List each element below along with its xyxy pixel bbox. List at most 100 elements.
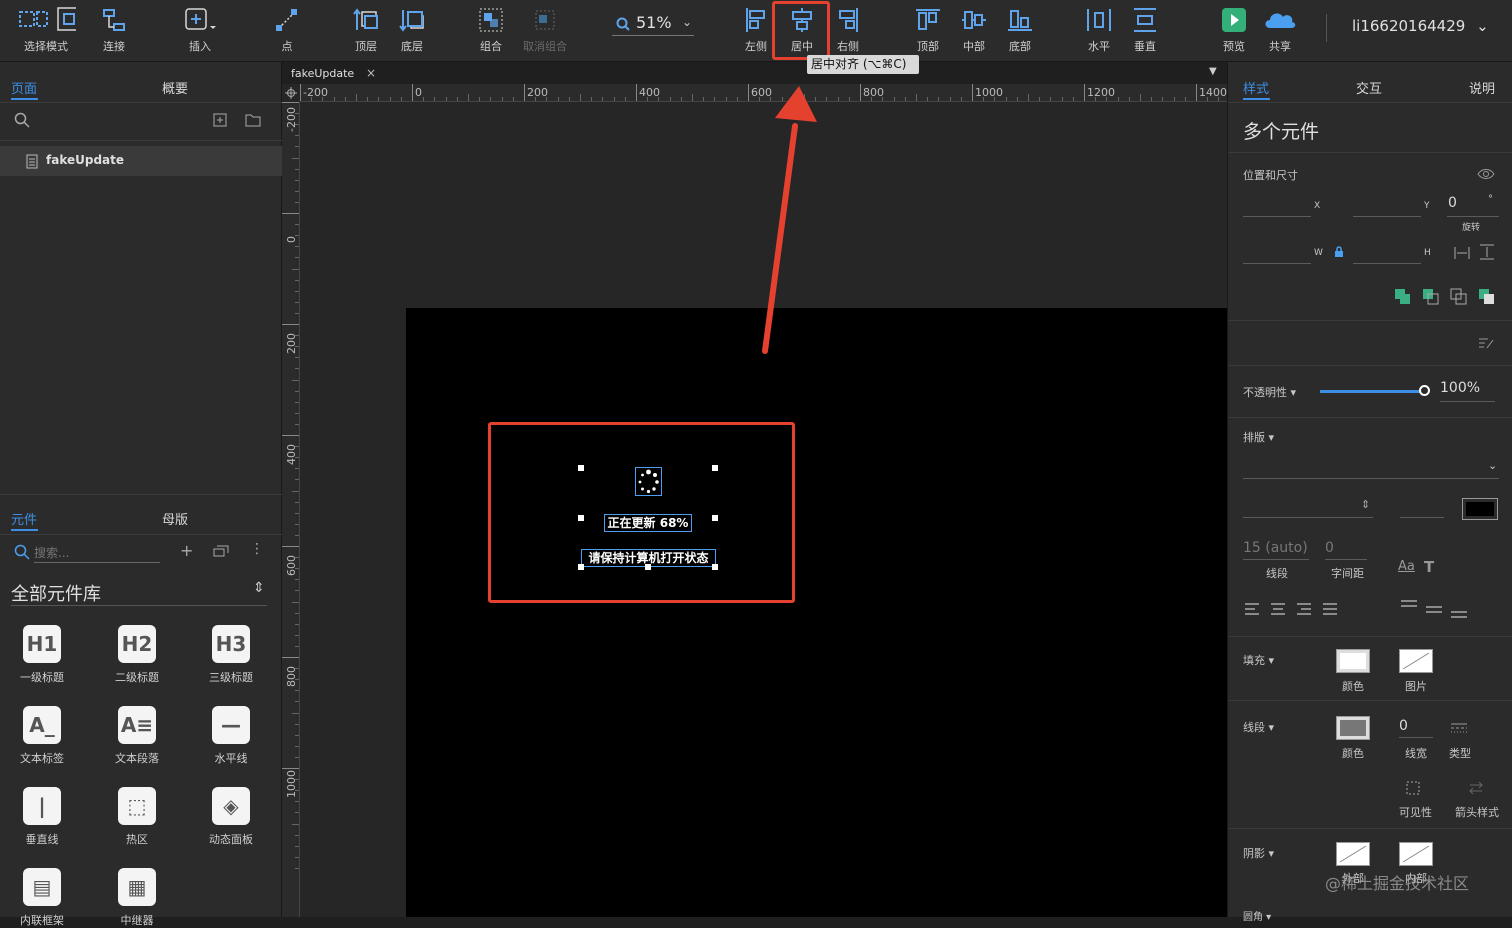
ruler-label: -200: [303, 86, 328, 99]
outer-shadow-swatch[interactable]: [1336, 842, 1370, 866]
font-color-swatch[interactable]: [1462, 498, 1498, 520]
ruler-tick: [282, 768, 299, 769]
tab-masters[interactable]: 母版: [162, 509, 188, 528]
ruler-minor-tick: [445, 97, 447, 101]
opacity-field[interactable]: 100%: [1440, 380, 1495, 402]
resize-handle[interactable]: [578, 564, 584, 570]
inner-shadow-swatch[interactable]: [1399, 842, 1433, 866]
fit-height-icon[interactable]: [1479, 244, 1495, 260]
widget-horizontal-line[interactable]: — 水平线: [201, 706, 261, 766]
widget-label: 文本标签: [20, 752, 64, 765]
ruler-label: 0: [415, 86, 422, 99]
opacity-label: 不透明性 ▾: [1243, 386, 1297, 399]
ruler-minor-tick: [613, 97, 615, 101]
resize-handle[interactable]: [712, 564, 718, 570]
library-icon[interactable]: [213, 545, 229, 557]
stroke-color-swatch[interactable]: [1336, 716, 1370, 740]
add-library-icon[interactable]: +: [180, 541, 193, 560]
widget-h1[interactable]: H1 一级标题: [12, 625, 72, 685]
widget-text-paragraph[interactable]: A≡ 文本段落: [107, 706, 167, 766]
resize-handle[interactable]: [645, 564, 651, 570]
widget-text-label[interactable]: A_ 文本标签: [12, 706, 72, 766]
tab-widgets[interactable]: 元件: [11, 509, 37, 528]
artboard[interactable]: [406, 308, 1227, 917]
ruler-minor-tick: [916, 94, 917, 101]
zoom-select[interactable]: 51% ⌄: [612, 12, 694, 36]
send-to-back-button[interactable]: 底层: [382, 4, 442, 56]
stroke-type-icon[interactable]: [1450, 722, 1468, 734]
lock-icon[interactable]: [1334, 246, 1344, 257]
widget-repeater[interactable]: ▦ 中继器: [107, 868, 167, 928]
tab-pages[interactable]: 页面: [11, 78, 37, 97]
line-spacing-field[interactable]: 15 (auto): [1243, 540, 1309, 560]
vertical-align-icons[interactable]: [1400, 598, 1472, 618]
distribute-vertical-label: 垂直: [1134, 40, 1156, 53]
account-menu[interactable]: li16620164429 ⌄: [1352, 17, 1489, 35]
opacity-slider[interactable]: [1320, 390, 1424, 393]
resize-handle[interactable]: [578, 465, 584, 471]
add-folder-icon[interactable]: [245, 113, 261, 127]
document-tab[interactable]: fakeUpdate ×: [282, 64, 382, 84]
height-field[interactable]: [1353, 242, 1421, 264]
search-icon[interactable]: [14, 112, 30, 128]
widget-h3[interactable]: H3 三级标题: [201, 625, 261, 685]
insert-button[interactable]: 插入: [170, 4, 230, 56]
widget-label: 动态面板: [209, 833, 253, 846]
text-format-icon[interactable]: T: [1424, 558, 1434, 576]
x-field[interactable]: [1243, 195, 1311, 217]
font-style-select[interactable]: ⇕: [1243, 498, 1373, 518]
arrow-style-label: 箭头样式: [1455, 806, 1499, 819]
distribute-horizontal-icon: [1087, 9, 1111, 31]
close-icon[interactable]: ×: [366, 66, 376, 80]
y-field[interactable]: [1353, 195, 1421, 217]
widget-vertical-line[interactable]: | 垂直线: [12, 787, 72, 847]
ruler-minor-tick: [295, 579, 299, 581]
ungroup-button[interactable]: 取消组合: [515, 4, 575, 56]
select-mode-button[interactable]: 选择模式: [16, 4, 76, 56]
width-field[interactable]: [1243, 242, 1311, 264]
updating-progress-text[interactable]: 正在更新 68%: [604, 514, 692, 532]
resize-handle[interactable]: [578, 515, 584, 521]
fill-color-swatch[interactable]: [1336, 649, 1370, 673]
tab-interactions[interactable]: 交互: [1356, 78, 1382, 97]
eye-icon[interactable]: [1477, 168, 1495, 180]
font-size-field[interactable]: [1400, 498, 1444, 518]
align-bottom-button[interactable]: 底部: [990, 4, 1050, 56]
char-spacing-field[interactable]: 0: [1325, 540, 1367, 560]
distribute-vertical-button[interactable]: 垂直: [1115, 4, 1175, 56]
opacity-slider-handle[interactable]: [1419, 385, 1430, 396]
connect-button[interactable]: 连接: [84, 4, 144, 56]
fit-width-icon[interactable]: [1454, 246, 1470, 260]
loading-spinner[interactable]: [635, 467, 662, 496]
stroke-width-field[interactable]: 0: [1399, 718, 1433, 738]
edit-style-icon[interactable]: [1478, 336, 1494, 350]
widget-inline-frame[interactable]: ▤ 内联框架: [12, 868, 72, 928]
widget-h2[interactable]: H2 二级标题: [107, 625, 167, 685]
widget-search-input[interactable]: [34, 543, 160, 563]
ruler-minor-tick: [1039, 97, 1041, 101]
tab-outline[interactable]: 概要: [162, 78, 188, 97]
more-options-icon[interactable]: ⋮: [250, 541, 264, 557]
arrow-style-icon[interactable]: [1468, 780, 1484, 796]
fill-image-swatch[interactable]: [1399, 649, 1433, 673]
point-button[interactable]: 点: [257, 4, 317, 56]
widget-dynamic-panel[interactable]: ◈ 动态面板: [201, 787, 261, 847]
text-align-icons[interactable]: [1244, 602, 1346, 616]
share-button[interactable]: 共享: [1250, 4, 1310, 56]
tab-notes[interactable]: 说明: [1469, 78, 1495, 97]
widget-hotspot[interactable]: ⬚ 热区: [107, 787, 167, 847]
font-family-select[interactable]: ⌄: [1243, 459, 1499, 479]
group-button[interactable]: 组合: [461, 4, 521, 56]
boolean-operations-icons[interactable]: [1394, 286, 1502, 306]
ruler-minor-tick: [1005, 97, 1007, 101]
insert-icon: [185, 8, 216, 30]
tab-style[interactable]: 样式: [1243, 78, 1269, 97]
text-shadow-icon[interactable]: Aa: [1398, 559, 1415, 574]
add-page-icon[interactable]: [213, 113, 227, 127]
resize-handle[interactable]: [712, 515, 718, 521]
resize-handle[interactable]: [712, 465, 718, 471]
page-item-fakeupdate[interactable]: fakeUpdate: [0, 146, 282, 176]
tab-menu-chevron-icon[interactable]: ▼: [1209, 66, 1217, 77]
visibility-icon[interactable]: [1405, 780, 1421, 796]
library-select[interactable]: 全部元件库 ⇕: [11, 578, 267, 606]
